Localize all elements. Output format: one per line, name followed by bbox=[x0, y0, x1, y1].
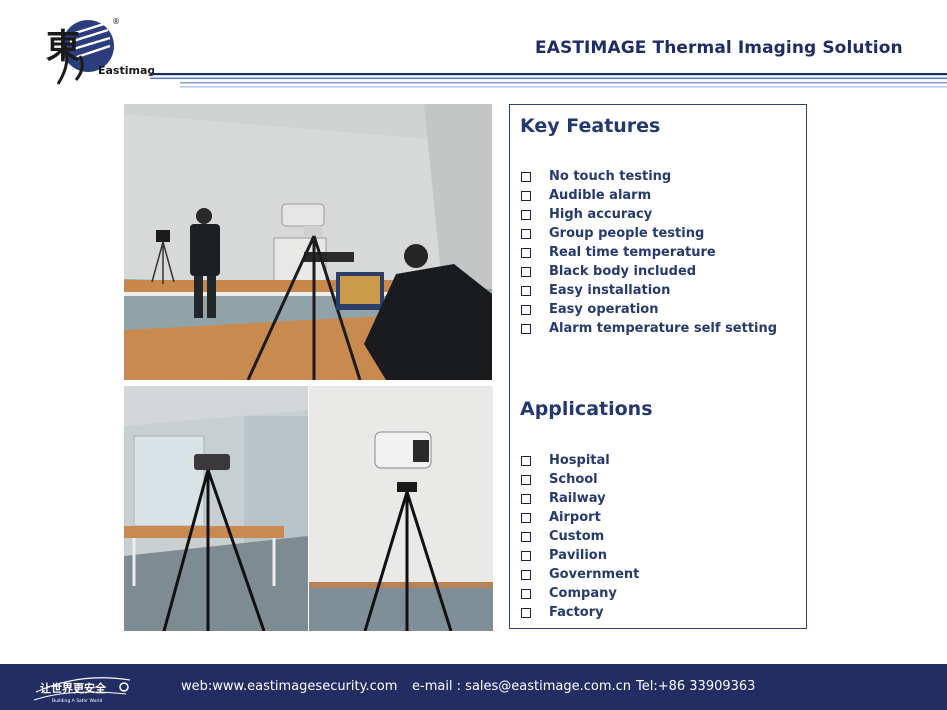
checkbox-icon bbox=[521, 531, 531, 542]
checkbox-icon bbox=[521, 493, 531, 504]
applications-heading: Applications bbox=[520, 398, 653, 420]
list-item: Easy operation bbox=[521, 300, 777, 319]
list-item: Hospital bbox=[521, 451, 639, 470]
checkbox-icon bbox=[521, 588, 531, 599]
installation-photo-office bbox=[124, 104, 492, 380]
list-item: Black body included bbox=[521, 262, 777, 281]
checkbox-icon bbox=[521, 455, 531, 466]
list-item: School bbox=[521, 470, 639, 489]
footer-logo: 让世界更安全 Building A Safer World bbox=[30, 670, 140, 706]
checkbox-icon bbox=[521, 323, 531, 334]
list-item: Group people testing bbox=[521, 224, 777, 243]
list-item: Company bbox=[521, 584, 639, 603]
list-item: Alarm temperature self setting bbox=[521, 319, 777, 338]
list-item: Pavilion bbox=[521, 546, 639, 565]
page-title: EASTIMAGE Thermal Imaging Solution bbox=[535, 38, 903, 58]
svg-text:東: 東 bbox=[46, 27, 80, 67]
footer-website: web:www.eastimagesecurity.com bbox=[181, 679, 398, 694]
checkbox-icon bbox=[521, 228, 531, 239]
checkbox-icon bbox=[521, 171, 531, 182]
svg-text:Building A Safer World: Building A Safer World bbox=[52, 698, 102, 704]
checkbox-icon bbox=[521, 209, 531, 220]
list-item: Audible alarm bbox=[521, 186, 777, 205]
list-item: Custom bbox=[521, 527, 639, 546]
checkbox-icon bbox=[521, 285, 531, 296]
company-logo: 東 Eastimage ® bbox=[24, 14, 163, 90]
list-item: Airport bbox=[521, 508, 639, 527]
list-item: Railway bbox=[521, 489, 639, 508]
checkbox-icon bbox=[521, 512, 531, 523]
list-item: No touch testing bbox=[521, 167, 777, 186]
key-features-heading: Key Features bbox=[520, 115, 661, 137]
footer-bar: 让世界更安全 Building A Safer World web:www.ea… bbox=[0, 664, 947, 710]
checkbox-icon bbox=[521, 474, 531, 485]
svg-text:Eastimage: Eastimage bbox=[98, 64, 154, 77]
applications-list: Hospital School Railway Airport Custom P… bbox=[521, 451, 639, 622]
checkbox-icon bbox=[521, 550, 531, 561]
svg-text:让世界更安全: 让世界更安全 bbox=[40, 681, 107, 695]
list-item: High accuracy bbox=[521, 205, 777, 224]
svg-text:®: ® bbox=[112, 17, 120, 26]
checkbox-icon bbox=[521, 304, 531, 315]
checkbox-icon bbox=[521, 569, 531, 580]
list-item: Government bbox=[521, 565, 639, 584]
installation-photo-tripod bbox=[309, 386, 493, 631]
checkbox-icon bbox=[521, 607, 531, 618]
list-item: Real time temperature bbox=[521, 243, 777, 262]
checkbox-icon bbox=[521, 266, 531, 277]
list-item: Factory bbox=[521, 603, 639, 622]
features-panel: Key Features No touch testing Audible al… bbox=[509, 104, 807, 629]
list-item: Easy installation bbox=[521, 281, 777, 300]
key-features-list: No touch testing Audible alarm High accu… bbox=[521, 167, 777, 338]
checkbox-icon bbox=[521, 190, 531, 201]
footer-phone: Tel:+86 33909363 bbox=[636, 679, 756, 694]
checkbox-icon bbox=[521, 247, 531, 258]
header-divider bbox=[150, 73, 947, 88]
footer-email: e-mail : sales@eastimage.com.cn bbox=[412, 679, 632, 694]
installation-photo-room bbox=[124, 386, 308, 631]
